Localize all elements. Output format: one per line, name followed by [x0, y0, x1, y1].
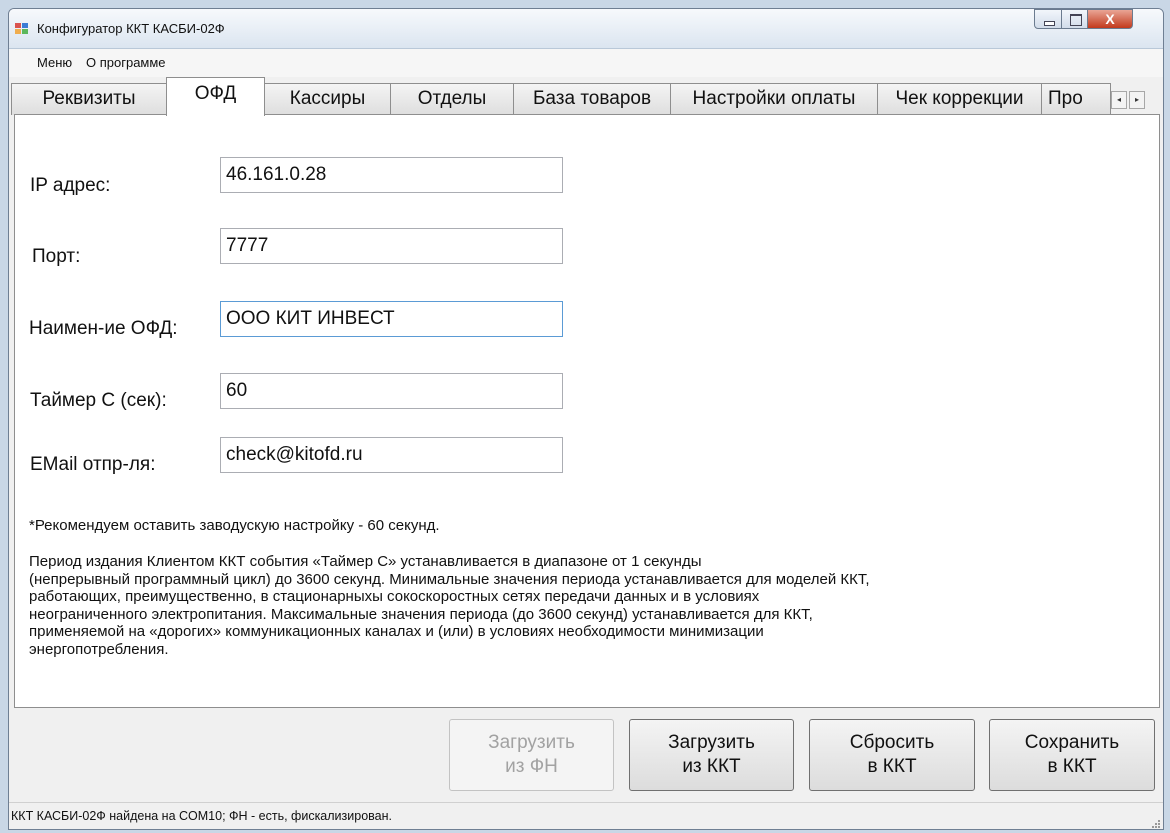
- chevron-right-icon: ▸: [1134, 95, 1139, 104]
- menu-item-about[interactable]: О программе: [86, 55, 166, 70]
- reset-in-kkt-button[interactable]: Сбросить в ККТ: [809, 719, 975, 791]
- description-line: Период издания Клиентом ККТ события «Тай…: [29, 553, 702, 570]
- description-line: применяемой на «дорогих» коммуникационны…: [29, 623, 764, 640]
- port-label: Порт:: [32, 246, 81, 267]
- timer-c-label: Таймер С (сек):: [30, 390, 167, 411]
- tab-requisites[interactable]: Реквизиты: [11, 83, 167, 115]
- timer-c-field[interactable]: [220, 373, 563, 409]
- close-icon: X: [1105, 11, 1115, 27]
- button-label: из ККТ: [682, 756, 741, 777]
- tab-product-base[interactable]: База товаров: [513, 83, 671, 115]
- timer-c-description: Период издания Клиентом ККТ события «Тай…: [29, 553, 1149, 658]
- button-label: Загрузить: [488, 732, 575, 753]
- load-from-kkt-button[interactable]: Загрузить из ККТ: [629, 719, 794, 791]
- sender-email-label: EMail отпр-ля:: [30, 454, 156, 475]
- timer-recommendation-note: *Рекомендуем оставить заводускую настрой…: [29, 517, 440, 534]
- chevron-left-icon: ◂: [1116, 95, 1121, 104]
- menu-item-menu[interactable]: Меню: [37, 55, 72, 70]
- ofd-name-label: Наимен-ие ОФД:: [29, 318, 178, 339]
- button-label: из ФН: [505, 756, 558, 777]
- description-line: энергопотребления.: [29, 640, 169, 658]
- button-label: в ККТ: [867, 756, 917, 777]
- resize-grip-icon[interactable]: [1150, 818, 1160, 828]
- tab-scroll-left-button[interactable]: ◂: [1111, 91, 1127, 109]
- tab-payment-settings[interactable]: Настройки оплаты: [670, 83, 878, 115]
- tab-correction-receipt[interactable]: Чек коррекции: [877, 83, 1042, 115]
- tab-strip: Реквизиты ОФД Кассиры Отделы База товаро…: [9, 77, 1163, 116]
- ofd-tab-panel: IP адрес: Порт: Наимен-ие ОФД: Таймер С …: [14, 114, 1160, 708]
- button-label: в ККТ: [1047, 756, 1097, 777]
- sender-email-field[interactable]: [220, 437, 563, 473]
- window-title: Конфигуратор ККТ КАСБИ-02Ф: [37, 21, 225, 36]
- save-to-kkt-button[interactable]: Сохранить в ККТ: [989, 719, 1155, 791]
- tab-more[interactable]: Про: [1041, 83, 1111, 115]
- minimize-button[interactable]: [1034, 9, 1062, 29]
- ip-address-field[interactable]: [220, 157, 563, 193]
- tab-departments[interactable]: Отделы: [390, 83, 514, 115]
- tab-cashiers[interactable]: Кассиры: [264, 83, 391, 115]
- ip-address-label: IP адрес:: [30, 175, 111, 196]
- button-label: Загрузить: [668, 732, 755, 753]
- button-label: Сохранить: [1024, 732, 1120, 753]
- status-bar: ККТ КАСБИ-02Ф найдена на COM10; ФН - ест…: [9, 802, 1163, 829]
- status-text: ККТ КАСБИ-02Ф найдена на COM10; ФН - ест…: [11, 809, 392, 823]
- app-icon: [15, 23, 29, 35]
- tab-ofd[interactable]: ОФД: [166, 77, 265, 116]
- load-from-fn-button[interactable]: Загрузить из ФН: [449, 719, 614, 791]
- tab-scroll-right-button[interactable]: ▸: [1129, 91, 1145, 109]
- ofd-name-field[interactable]: [220, 301, 563, 337]
- menu-bar: Меню О программе: [9, 49, 1163, 77]
- description-line: неограниченного электропитания. Максимал…: [29, 605, 813, 623]
- title-bar[interactable]: Конфигуратор ККТ КАСБИ-02Ф X: [9, 9, 1163, 49]
- close-button[interactable]: X: [1087, 9, 1133, 29]
- description-line: работающих, преимущественно, в стационар…: [29, 588, 760, 605]
- main-window: Конфигуратор ККТ КАСБИ-02Ф X Меню О прог…: [8, 8, 1164, 830]
- description-line: (непрерывный программный цикл) до 3600 с…: [29, 570, 870, 588]
- port-field[interactable]: [220, 228, 563, 264]
- button-label: Сбросить: [849, 732, 935, 753]
- maximize-button[interactable]: [1061, 9, 1088, 29]
